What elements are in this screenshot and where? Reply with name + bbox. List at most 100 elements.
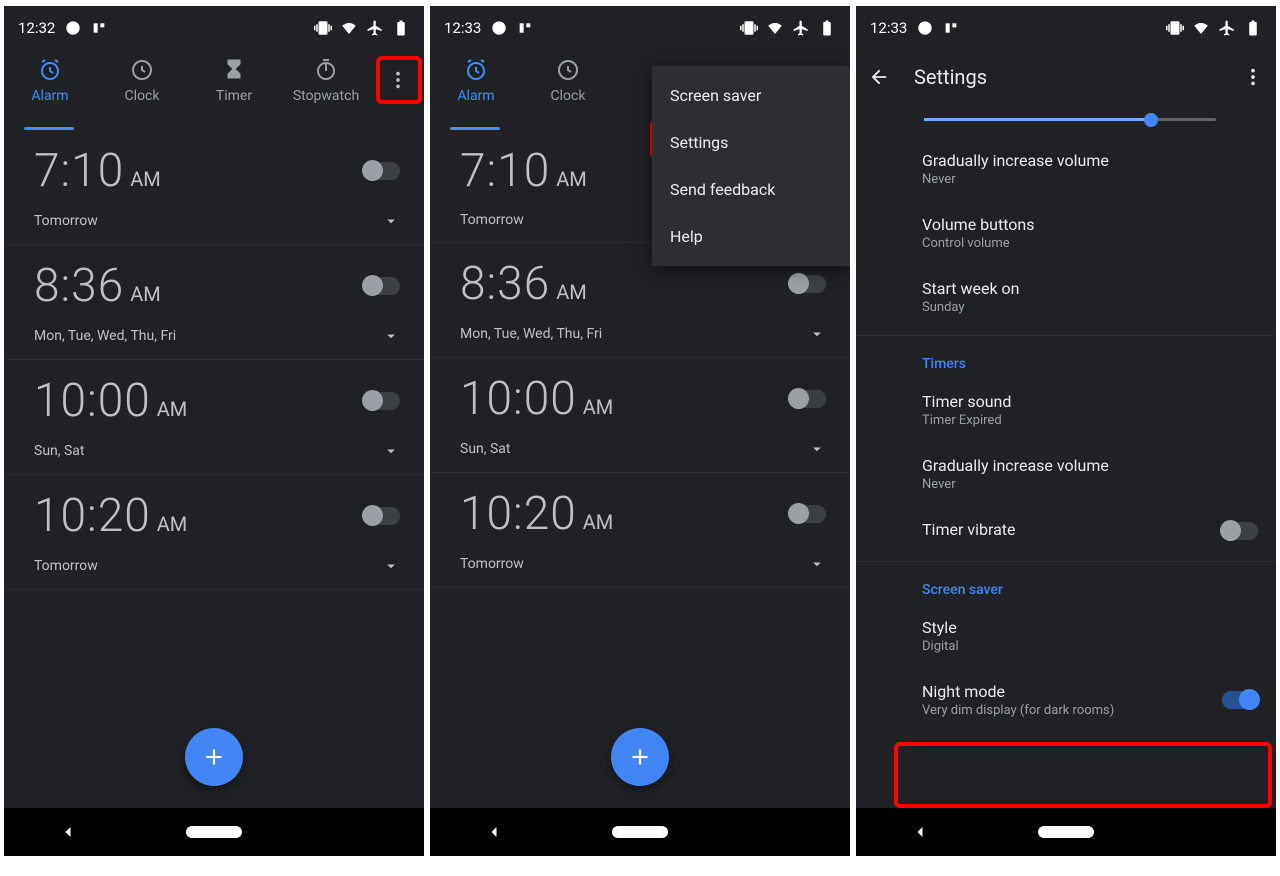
alarm-toggle[interactable] xyxy=(790,505,826,523)
alarm-icon xyxy=(38,58,62,82)
plus-icon xyxy=(201,744,227,770)
tab-clock[interactable]: Clock xyxy=(522,58,614,104)
alarm-item[interactable]: 10:20 AM Tomorrow xyxy=(4,475,424,590)
add-alarm-fab[interactable] xyxy=(185,728,243,786)
back-nav-icon[interactable] xyxy=(58,822,78,842)
more-vert-icon[interactable] xyxy=(1242,66,1264,88)
tab-label: Alarm xyxy=(457,88,494,104)
battery-icon xyxy=(818,19,836,37)
hourglass-icon xyxy=(222,58,246,82)
alarm-toggle[interactable] xyxy=(364,277,400,295)
timer-vibrate-toggle[interactable] xyxy=(1222,522,1258,540)
alarm-time[interactable]: 7:10 AM xyxy=(460,144,587,198)
more-vert-icon xyxy=(387,69,409,91)
tab-timer[interactable]: Timer xyxy=(188,58,280,104)
alarm-time[interactable]: 10:00 AM xyxy=(460,372,613,426)
status-bar: 12:33 xyxy=(430,6,850,50)
nav-bar xyxy=(856,808,1276,856)
home-nav-pill[interactable] xyxy=(1038,826,1094,838)
back-icon[interactable] xyxy=(868,66,890,88)
tab-clock[interactable]: Clock xyxy=(96,58,188,104)
vibrate-icon xyxy=(740,19,758,37)
menu-settings[interactable]: Settings xyxy=(652,119,850,166)
menu-help[interactable]: Help xyxy=(652,213,850,260)
airplane-icon xyxy=(792,19,810,37)
chevron-down-icon[interactable] xyxy=(382,557,400,575)
settings-list[interactable]: Gradually increase volume Never Volume b… xyxy=(856,104,1276,808)
divider xyxy=(856,561,1276,562)
alarm-toggle[interactable] xyxy=(364,392,400,410)
alarm-item[interactable]: 10:00 AM Sun, Sat xyxy=(4,360,424,475)
status-bar: 12:32 xyxy=(4,6,424,50)
chevron-down-icon[interactable] xyxy=(808,325,826,343)
status-time: 12:33 xyxy=(444,19,481,37)
section-header-timers: Timers xyxy=(856,342,1276,378)
back-nav-icon[interactable] xyxy=(484,822,504,842)
section-header-screen-saver: Screen saver xyxy=(856,568,1276,604)
divider xyxy=(856,335,1276,336)
stopwatch-icon xyxy=(314,58,338,82)
status-bar: 12:33 xyxy=(856,6,1276,50)
back-nav-icon[interactable] xyxy=(910,822,930,842)
alarm-toggle[interactable] xyxy=(364,507,400,525)
alarm-time[interactable]: 10:00 AM xyxy=(34,374,187,428)
wifi-icon xyxy=(340,19,358,37)
night-mode-toggle[interactable] xyxy=(1222,691,1258,709)
alarm-time[interactable]: 10:20 AM xyxy=(460,487,613,541)
clock-icon xyxy=(130,58,154,82)
alarm-time[interactable]: 8:36 AM xyxy=(34,259,161,313)
tab-label: Alarm xyxy=(31,88,68,104)
airplane-icon xyxy=(366,19,384,37)
alarm-time[interactable]: 10:20 AM xyxy=(34,489,187,543)
chevron-down-icon[interactable] xyxy=(382,212,400,230)
alarm-list: 7:10 AM Tomorrow 8:36 AM Mon, Tue, Wed, … xyxy=(4,130,424,808)
menu-screen-saver[interactable]: Screen saver xyxy=(652,72,850,119)
chevron-down-icon[interactable] xyxy=(382,327,400,345)
fi-icon xyxy=(517,20,533,36)
setting-grad-volume[interactable]: Gradually increase volume Never xyxy=(856,137,1276,201)
slider-thumb[interactable] xyxy=(1144,113,1158,127)
alarm-schedule: Sun, Sat xyxy=(34,443,85,459)
spotify-icon xyxy=(917,20,933,36)
screenshot-step-3: 12:33 Settings Gradually increase volume… xyxy=(856,6,1276,856)
overflow-menu: Screen saver Settings Send feedback Help xyxy=(652,66,850,266)
tab-bar: Alarm Clock Timer Stopwatch xyxy=(4,50,424,130)
volume-slider[interactable] xyxy=(924,118,1216,121)
alarm-time[interactable]: 8:36 AM xyxy=(460,257,587,311)
alarm-toggle[interactable] xyxy=(790,390,826,408)
setting-timer-vibrate[interactable]: Timer vibrate xyxy=(856,506,1276,555)
tab-alarm[interactable]: Alarm xyxy=(4,58,96,104)
tab-label: Clock xyxy=(125,88,160,104)
chevron-down-icon[interactable] xyxy=(382,442,400,460)
add-alarm-fab[interactable] xyxy=(611,728,669,786)
chevron-down-icon[interactable] xyxy=(808,555,826,573)
alarm-item[interactable]: 8:36 AM Mon, Tue, Wed, Thu, Fri xyxy=(4,245,424,360)
tab-stopwatch[interactable]: Stopwatch xyxy=(280,58,372,104)
spotify-icon xyxy=(491,20,507,36)
setting-volume-buttons[interactable]: Volume buttons Control volume xyxy=(856,201,1276,265)
setting-timer-grad-volume[interactable]: Gradually increase volume Never xyxy=(856,442,1276,506)
home-nav-pill[interactable] xyxy=(612,826,668,838)
alarm-item[interactable]: 10:20 AM Tomorrow xyxy=(430,473,850,588)
tab-label: Stopwatch xyxy=(293,88,359,104)
menu-send-feedback[interactable]: Send feedback xyxy=(652,166,850,213)
overflow-menu-button[interactable] xyxy=(380,62,416,98)
alarm-item[interactable]: 7:10 AM Tomorrow xyxy=(4,130,424,245)
setting-start-week[interactable]: Start week on Sunday xyxy=(856,265,1276,329)
clock-icon xyxy=(556,58,580,82)
alarm-toggle[interactable] xyxy=(364,162,400,180)
airplane-icon xyxy=(1218,19,1236,37)
alarm-toggle[interactable] xyxy=(790,275,826,293)
home-nav-pill[interactable] xyxy=(186,826,242,838)
tab-label: Timer xyxy=(216,88,252,104)
chevron-down-icon[interactable] xyxy=(808,440,826,458)
alarm-item[interactable]: 10:00 AM Sun, Sat xyxy=(430,358,850,473)
alarm-time[interactable]: 7:10 AM xyxy=(34,144,161,198)
alarm-schedule: Tomorrow xyxy=(34,213,98,229)
setting-night-mode[interactable]: Night mode Very dim display (for dark ro… xyxy=(856,668,1276,732)
wifi-icon xyxy=(766,19,784,37)
setting-timer-sound[interactable]: Timer sound Timer Expired xyxy=(856,378,1276,442)
tab-alarm[interactable]: Alarm xyxy=(430,58,522,104)
setting-style[interactable]: Style Digital xyxy=(856,604,1276,668)
app-bar: Settings xyxy=(856,50,1276,104)
